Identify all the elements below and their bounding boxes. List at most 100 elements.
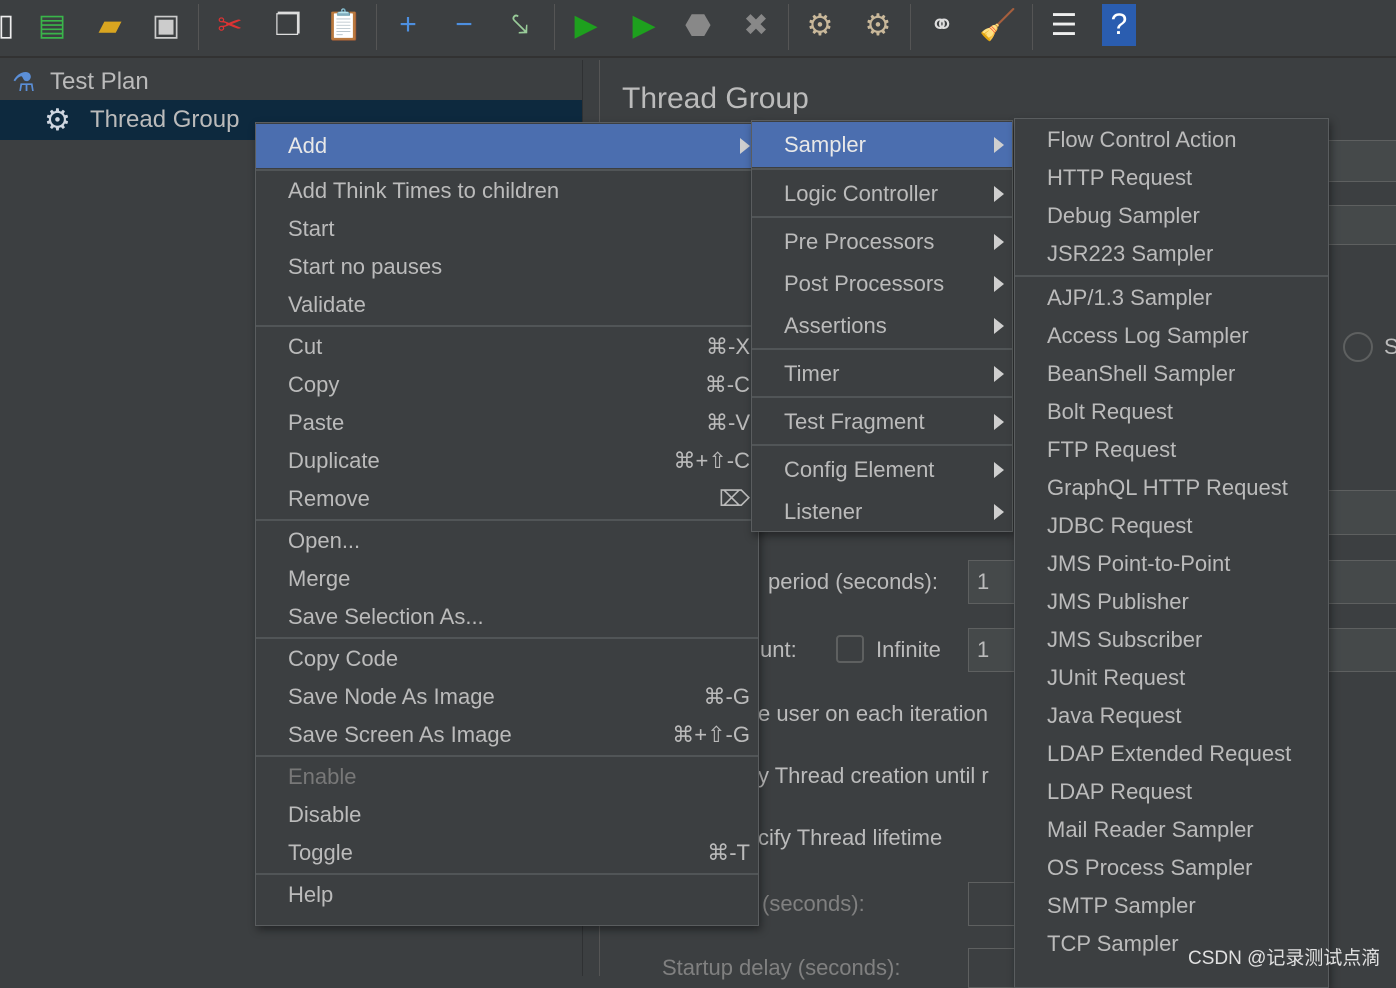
menu-item-post-processors[interactable]: Post Processors bbox=[752, 263, 1012, 305]
menu-item-disable[interactable]: Disable bbox=[256, 796, 758, 834]
menu-item-start-no-pauses[interactable]: Start no pauses bbox=[256, 248, 758, 286]
rampup-label: period (seconds): bbox=[768, 569, 938, 594]
copy-icon[interactable]: ❐ bbox=[268, 4, 308, 46]
infinite-checkbox[interactable] bbox=[836, 635, 864, 663]
menu-separator bbox=[256, 755, 758, 757]
menu-item-ajp-1-3-sampler[interactable]: AJP/1.3 Sampler bbox=[1015, 279, 1328, 317]
tree-item-test-plan[interactable]: ⚗ Test Plan bbox=[0, 62, 582, 102]
menu-item-label: TCP Sampler bbox=[1047, 931, 1179, 956]
menu-item-jms-point-to-point[interactable]: JMS Point-to-Point bbox=[1015, 545, 1328, 583]
submenu-arrow-icon bbox=[994, 414, 1004, 430]
function-helper-icon[interactable]: ☰ bbox=[1044, 4, 1084, 46]
menu-item-timer[interactable]: Timer bbox=[752, 353, 1012, 395]
collapse-icon[interactable]: − bbox=[444, 4, 484, 46]
menu-item-save-screen-as-image[interactable]: Save Screen As Image ⌘+⇧-G bbox=[256, 716, 758, 754]
help-icon[interactable]: ? bbox=[1102, 4, 1136, 46]
menu-item-copy-code[interactable]: Copy Code bbox=[256, 640, 758, 678]
menu-item-ftp-request[interactable]: FTP Request bbox=[1015, 431, 1328, 469]
save-icon[interactable]: ▣ bbox=[146, 4, 186, 46]
startup-delay-field[interactable] bbox=[968, 948, 1018, 988]
submenu-arrow-icon bbox=[994, 136, 1004, 153]
menu-item-cut[interactable]: Cut ⌘-X bbox=[256, 328, 758, 366]
radio-button[interactable] bbox=[1343, 332, 1373, 362]
menu-item-remove[interactable]: Remove ⌦ bbox=[256, 480, 758, 518]
menu-item-ldap-request[interactable]: LDAP Request bbox=[1015, 773, 1328, 811]
menu-item-jdbc-request[interactable]: JDBC Request bbox=[1015, 507, 1328, 545]
menu-item-listener[interactable]: Listener bbox=[752, 491, 1012, 533]
menu-item-ldap-extended-request[interactable]: LDAP Extended Request bbox=[1015, 735, 1328, 773]
delay-thread-creation-label: y Thread creation until r bbox=[758, 763, 989, 788]
templates-icon[interactable]: ▤ bbox=[32, 4, 72, 46]
menu-item-jsr223-sampler[interactable]: JSR223 Sampler bbox=[1015, 235, 1328, 273]
menu-item-label: Save Selection As... bbox=[288, 604, 484, 629]
menu-item-add[interactable]: Add bbox=[256, 124, 758, 168]
stop-icon[interactable]: ⬣ bbox=[678, 4, 718, 46]
clear-all-icon[interactable]: ⚙ bbox=[858, 4, 898, 46]
menu-item-access-log-sampler[interactable]: Access Log Sampler bbox=[1015, 317, 1328, 355]
menu-item-debug-sampler[interactable]: Debug Sampler bbox=[1015, 197, 1328, 235]
menu-item-graphql-http-request[interactable]: GraphQL HTTP Request bbox=[1015, 469, 1328, 507]
menu-separator bbox=[256, 519, 758, 521]
rampup-field[interactable]: 1 bbox=[968, 560, 1018, 604]
open-icon[interactable]: ▰ bbox=[90, 4, 130, 46]
menu-item-duplicate[interactable]: Duplicate ⌘+⇧-C bbox=[256, 442, 758, 480]
menu-item-label: Enable bbox=[288, 764, 357, 789]
paste-icon[interactable]: 📋 bbox=[324, 4, 364, 46]
menu-item-mail-reader-sampler[interactable]: Mail Reader Sampler bbox=[1015, 811, 1328, 849]
menu-item-smtp-sampler[interactable]: SMTP Sampler bbox=[1015, 887, 1328, 925]
menu-item-bolt-request[interactable]: Bolt Request bbox=[1015, 393, 1328, 431]
comments-field[interactable] bbox=[1328, 205, 1396, 245]
menu-item-sampler[interactable]: Sampler bbox=[752, 122, 1012, 167]
menu-item-pre-processors[interactable]: Pre Processors bbox=[752, 221, 1012, 263]
menu-item-assertions[interactable]: Assertions bbox=[752, 305, 1012, 347]
menu-item-save-node-as-image[interactable]: Save Node As Image ⌘-G bbox=[256, 678, 758, 716]
menu-item-merge[interactable]: Merge bbox=[256, 560, 758, 598]
reset-search-icon[interactable]: 🧹 bbox=[978, 4, 1018, 46]
name-field[interactable] bbox=[1328, 140, 1396, 182]
menu-item-add-think-times-to-children[interactable]: Add Think Times to children bbox=[256, 172, 758, 210]
menu-item-logic-controller[interactable]: Logic Controller bbox=[752, 173, 1012, 215]
menu-separator bbox=[1015, 275, 1328, 277]
submenu-arrow-icon bbox=[994, 186, 1004, 202]
menu-item-flow-control-action[interactable]: Flow Control Action bbox=[1015, 121, 1328, 159]
menu-item-jms-publisher[interactable]: JMS Publisher bbox=[1015, 583, 1328, 621]
menu-item-paste[interactable]: Paste ⌘-V bbox=[256, 404, 758, 442]
search-icon[interactable]: ⚭ bbox=[922, 4, 962, 46]
submenu-arrow-icon bbox=[994, 318, 1004, 334]
menu-item-copy[interactable]: Copy ⌘-C bbox=[256, 366, 758, 404]
shutdown-icon[interactable]: ✖ bbox=[736, 4, 776, 46]
new-icon[interactable]: ▯ bbox=[0, 4, 26, 46]
menu-item-label: Start bbox=[288, 216, 335, 241]
menu-item-os-process-sampler[interactable]: OS Process Sampler bbox=[1015, 849, 1328, 887]
clear-icon[interactable]: ⚙ bbox=[800, 4, 840, 46]
menu-item-test-fragment[interactable]: Test Fragment bbox=[752, 401, 1012, 443]
menu-item-java-request[interactable]: Java Request bbox=[1015, 697, 1328, 735]
menu-item-help[interactable]: Help bbox=[256, 876, 758, 914]
menu-item-jms-subscriber[interactable]: JMS Subscriber bbox=[1015, 621, 1328, 659]
menu-item-open[interactable]: Open... bbox=[256, 522, 758, 560]
toggle-icon[interactable]: ⤥ bbox=[500, 4, 540, 46]
menu-item-label: Disable bbox=[288, 802, 362, 827]
duration-field[interactable] bbox=[968, 882, 1018, 926]
expand-icon[interactable]: + bbox=[388, 4, 428, 46]
start-no-pauses-icon[interactable]: ▶ bbox=[624, 4, 664, 46]
menu-item-junit-request[interactable]: JUnit Request bbox=[1015, 659, 1328, 697]
menu-item-start[interactable]: Start bbox=[256, 210, 758, 248]
menu-item-label: OS Process Sampler bbox=[1047, 855, 1253, 880]
start-icon[interactable]: ▶ bbox=[566, 4, 606, 46]
toolbar-separator bbox=[910, 4, 911, 50]
loop-count-field[interactable]: 1 bbox=[968, 628, 1018, 672]
menu-item-enable[interactable]: Enable bbox=[256, 758, 758, 796]
menu-item-beanshell-sampler[interactable]: BeanShell Sampler bbox=[1015, 355, 1328, 393]
menu-item-config-element[interactable]: Config Element bbox=[752, 449, 1012, 491]
thread-lifetime-label: cify Thread lifetime bbox=[758, 825, 943, 850]
menu-item-label: Duplicate bbox=[288, 448, 380, 473]
menu-item-save-selection-as[interactable]: Save Selection As... bbox=[256, 598, 758, 636]
menu-item-http-request[interactable]: HTTP Request bbox=[1015, 159, 1328, 197]
cut-icon[interactable]: ✂ bbox=[210, 4, 250, 46]
submenu-arrow-icon bbox=[994, 462, 1004, 478]
threads-field[interactable] bbox=[1328, 490, 1396, 535]
menu-item-toggle[interactable]: Toggle ⌘-T bbox=[256, 834, 758, 872]
menu-item-validate[interactable]: Validate bbox=[256, 286, 758, 324]
menu-item-label: Pre Processors bbox=[784, 229, 935, 254]
